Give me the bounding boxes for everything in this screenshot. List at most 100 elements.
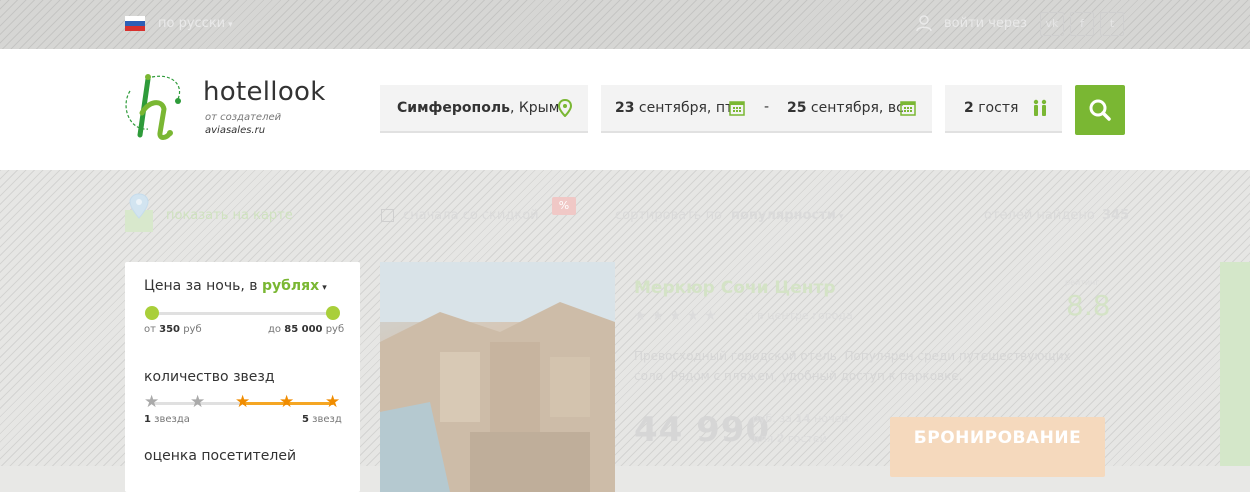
- stars-max-label: 5 звезд: [302, 414, 342, 425]
- guests-field[interactable]: 2 гостя: [945, 85, 1062, 133]
- hotel-photo-image: [380, 262, 615, 492]
- login-link[interactable]: войти через: [944, 16, 1027, 31]
- stars-filter-title: количество звезд: [144, 369, 275, 385]
- found-label: отелей найдено: [984, 208, 1095, 223]
- price-min-label: от 350 руб: [144, 324, 202, 335]
- price-guests: для 2 гостей: [752, 432, 827, 445]
- sort-value: популярности: [731, 208, 836, 223]
- hotel-photo[interactable]: [380, 262, 615, 492]
- checkout-date[interactable]: 25 сентября, вс: [787, 100, 904, 116]
- currency-selector[interactable]: рублях ▾: [262, 278, 327, 294]
- price-unit: руб: [183, 324, 202, 335]
- russian-flag-icon: [125, 16, 145, 31]
- discount-badge: %: [552, 197, 576, 215]
- price-slider-track[interactable]: [152, 312, 333, 315]
- show-on-map-link[interactable]: показать на карте: [166, 208, 293, 223]
- filters-sidebar: Цена за ночь, в рублях ▾ от 350 руб до 85…: [125, 262, 360, 492]
- checkin-day: 23: [615, 100, 635, 116]
- hotel-description: Превосходный городской отель. Популярен …: [634, 349, 1071, 383]
- currency-label: рублях: [261, 278, 320, 294]
- feedback-tab[interactable]: [1220, 262, 1250, 466]
- date-separator: -: [764, 99, 770, 115]
- location-pin-icon: ◌: [744, 309, 758, 322]
- facebook-icon[interactable]: f: [1070, 12, 1094, 36]
- star-icon[interactable]: ★: [325, 393, 340, 411]
- price-title-text: Цена за ночь, в: [144, 278, 258, 294]
- rating-label: рейтинг: [1065, 278, 1100, 287]
- nights-label: ночей: [810, 412, 849, 425]
- chevron-down-icon: ▾: [838, 212, 844, 222]
- star-icon[interactable]: ★: [190, 393, 205, 411]
- star-icon[interactable]: ★: [279, 393, 294, 411]
- location-pin-icon: [558, 99, 572, 117]
- hotel-name-link[interactable]: Меркюр Сочи Центр: [634, 278, 836, 298]
- calendar-icon: [729, 101, 745, 116]
- price-nights: руб. за 14 ночей: [752, 412, 849, 425]
- price-filter-title: Цена за ночь, в рублях ▾: [144, 278, 327, 294]
- sort-dropdown[interactable]: популярности ▾: [731, 208, 843, 223]
- stars-min-value: 1: [144, 414, 151, 425]
- checkin-date[interactable]: 23 сентября, пт: [615, 100, 733, 116]
- nights-count: 14: [795, 412, 811, 425]
- results-area: показать на карте сначала со скидкой % с…: [0, 170, 1250, 492]
- price-min-value: 350: [159, 324, 181, 335]
- star-icon[interactable]: ★: [144, 393, 159, 411]
- hotel-price: 44 990: [634, 410, 771, 450]
- hotel-location[interactable]: ◌ в центре города: [744, 309, 853, 322]
- price-to-prefix: до: [268, 324, 282, 335]
- price-slider-max-handle[interactable]: [326, 306, 340, 320]
- hotellook-logo-icon: [125, 74, 181, 140]
- map-icon[interactable]: [123, 192, 155, 234]
- hotel-card[interactable]: Меркюр Сочи Центр ★★★★★ ◌ в центре город…: [380, 262, 1125, 492]
- top-bar: по русски ▾ войти через vk f t: [0, 0, 1250, 49]
- price-unit: руб: [325, 324, 345, 335]
- guests-label: гостя: [973, 100, 1019, 116]
- region-name: , Крым: [509, 100, 560, 116]
- price-slider-min-handle[interactable]: [145, 306, 159, 320]
- price-nights-prefix: руб. за: [752, 412, 796, 425]
- chevron-down-icon: ▾: [322, 283, 327, 293]
- chevron-down-icon: ▾: [228, 20, 233, 30]
- stars-max-unit: звезд: [312, 414, 342, 425]
- guests-count: 2: [964, 100, 974, 116]
- user-icon: [916, 15, 932, 32]
- price-from-prefix: от: [144, 324, 156, 335]
- checkout-day: 25: [787, 100, 807, 116]
- found-count: 345: [1102, 208, 1130, 223]
- rating-filter-title: оценка посетителей: [144, 448, 297, 464]
- hotel-stars: ★★★★★: [634, 308, 722, 324]
- header: hotellook от создателей aviasales.ru Сим…: [0, 49, 1250, 170]
- brand-subtitle: от создателей: [205, 112, 282, 123]
- price-max-label: до 85 000 руб: [268, 324, 344, 335]
- dates-field[interactable]: 23 сентября, пт - 25 сентября, вс: [601, 85, 932, 133]
- brand-parent: aviasales.ru: [205, 125, 266, 136]
- checkin-month: сентября, пт: [634, 100, 734, 116]
- city-name: Симферополь: [397, 100, 510, 116]
- brand-name[interactable]: hotellook: [203, 77, 326, 107]
- price-guests-prefix: для: [752, 432, 777, 445]
- stars-min-unit: звезда: [154, 414, 190, 425]
- discount-label[interactable]: сначала со скидкой: [403, 208, 539, 223]
- search-icon: [1089, 99, 1111, 121]
- discount-checkbox[interactable]: [381, 209, 394, 222]
- filter-bar: показать на карте сначала со скидкой % с…: [0, 170, 1250, 260]
- guests-label: гостей: [784, 432, 827, 445]
- hotel-rating: 8.8: [1066, 289, 1111, 322]
- guests-icon: [1033, 99, 1047, 116]
- twitter-icon[interactable]: t: [1100, 12, 1124, 36]
- checkout-month: сентября, вс: [806, 100, 904, 116]
- stars-min-label: 1 звезда: [144, 414, 190, 425]
- book-button-label: БРОНИРОВАНИЕ: [913, 428, 1082, 448]
- price-max-value: 85 000: [284, 324, 323, 335]
- star-icon[interactable]: ★: [235, 393, 250, 411]
- hotel-location-text: в центре города: [757, 309, 853, 322]
- destination-field[interactable]: Симферополь, Крым: [380, 85, 588, 133]
- vk-icon[interactable]: vk: [1040, 12, 1064, 36]
- search-button[interactable]: [1075, 85, 1125, 135]
- language-label: по русски: [158, 16, 226, 31]
- language-selector[interactable]: по русски ▾: [158, 16, 233, 31]
- calendar-icon: [900, 101, 916, 116]
- stars-max-value: 5: [302, 414, 309, 425]
- sort-label: сортировать по: [615, 208, 723, 223]
- book-button[interactable]: БРОНИРОВАНИЕ: [890, 417, 1105, 477]
